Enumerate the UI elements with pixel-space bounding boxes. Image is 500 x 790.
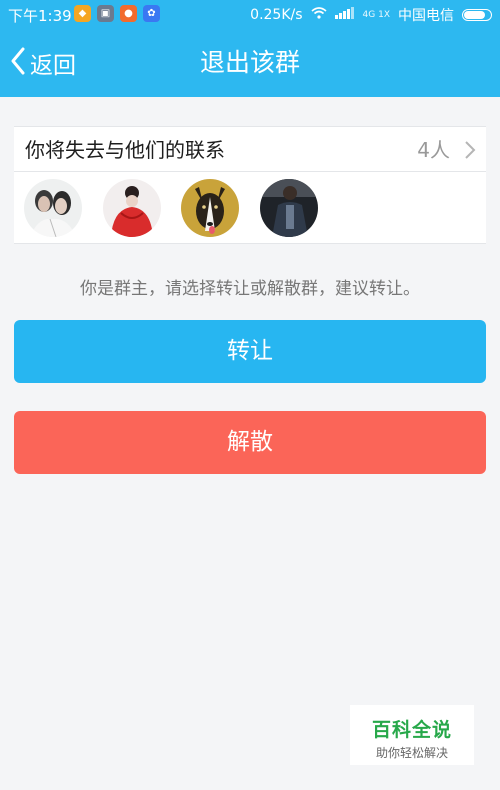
status-bar: 下午1:39 ◆ ▣ ● ✿ 0.25K/s 4G 1X 中国电信 [0,0,500,28]
page-title: 退出该群 [199,48,300,77]
owner-hint-text: 你是群主，请选择转让或解散群，建议转让。 [80,279,420,299]
member-avatar[interactable] [181,179,239,237]
watermark-logo: 百科全说 助你轻松解决 [350,705,474,765]
lose-contact-row[interactable]: 你将失去与他们的联系 4人 [14,126,486,172]
status-time: 下午1:39 [8,7,72,25]
notification-app-icon: ● [120,5,137,22]
watermark-subtitle: 助你轻松解决 [375,746,448,760]
lose-contact-label: 你将失去与他们的联系 [25,138,225,162]
member-count: 4人 [417,138,450,162]
status-right: 0.25K/s 4G 1X 中国电信 [250,5,492,25]
header: 下午1:39 ◆ ▣ ● ✿ 0.25K/s 4G 1X 中国电信 返回 退出该… [0,0,500,97]
transfer-button[interactable]: 转让 [14,320,486,383]
nav-bar: 返回 退出该群 [0,34,500,92]
chevron-right-icon [464,140,476,164]
carrier-name: 中国电信 [398,8,454,24]
watermark-title: 百科全说 [371,719,452,741]
member-avatars [14,172,486,244]
notification-app-icon: ▣ [97,5,114,22]
network-speed: 0.25K/s [250,7,303,23]
notification-app-icon: ✿ [143,5,160,22]
member-avatar[interactable] [260,179,318,237]
dissolve-button[interactable]: 解散 [14,411,486,474]
wifi-icon [311,7,327,23]
battery-icon [462,9,492,21]
signal-icon [334,7,355,23]
status-app-icons: ◆ ▣ ● ✿ [74,5,160,22]
network-type: 4G 1X [362,9,390,20]
notification-app-icon: ◆ [74,5,91,22]
member-avatar[interactable] [103,179,161,237]
member-avatar[interactable] [24,179,82,237]
